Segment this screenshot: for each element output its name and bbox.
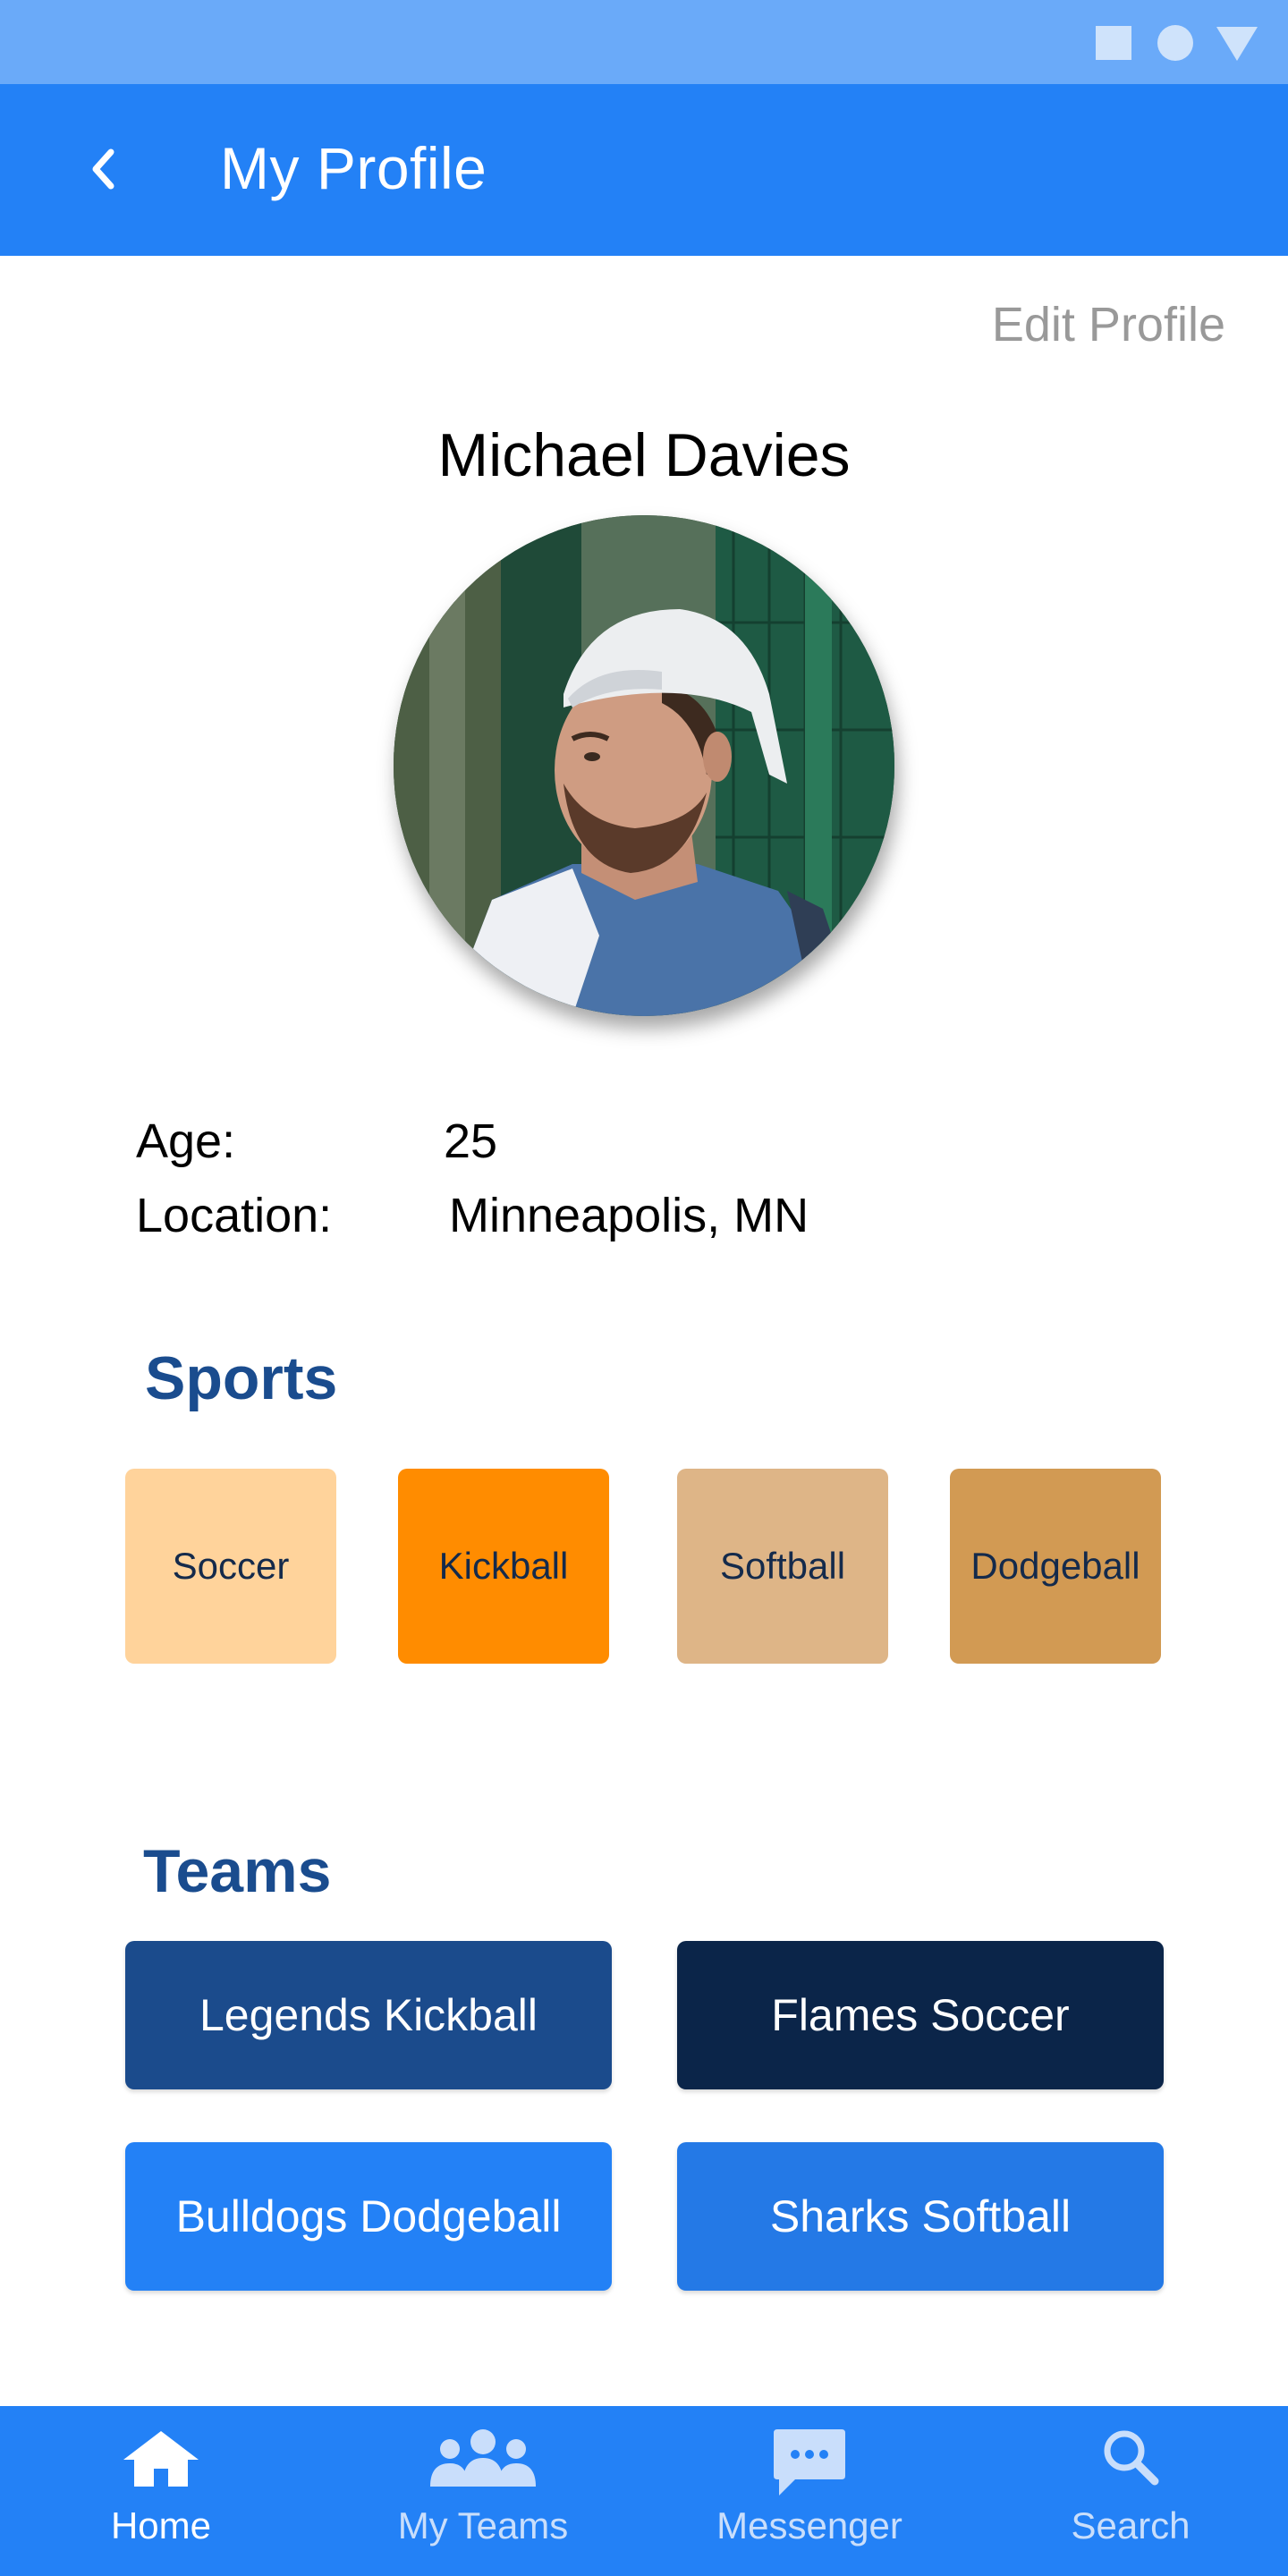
status-bar xyxy=(0,0,1288,84)
sport-tile-dodgeball[interactable]: Dodgeball xyxy=(950,1469,1161,1664)
app-bar: My Profile xyxy=(0,84,1288,256)
chat-icon xyxy=(774,2429,845,2496)
nav-label-home: Home xyxy=(110,2504,212,2546)
location-value: Minneapolis, MN xyxy=(449,1189,809,1242)
sport-tile-soccer[interactable]: Soccer xyxy=(125,1469,336,1664)
back-button[interactable] xyxy=(72,129,134,209)
sports-section-title: Sports xyxy=(145,1344,338,1412)
status-triangle-icon xyxy=(1216,27,1258,61)
group-icon xyxy=(430,2429,536,2487)
team-button-flames-soccer[interactable]: Flames Soccer xyxy=(677,1941,1164,2089)
nav-item-messenger[interactable]: Messenger xyxy=(716,2406,903,2576)
nav-item-home[interactable]: Home xyxy=(98,2406,224,2576)
user-name: Michael Davies xyxy=(437,421,851,489)
status-circle-icon xyxy=(1157,25,1193,61)
team-button-sharks-softball[interactable]: Sharks Softball xyxy=(677,2142,1164,2291)
age-value: 25 xyxy=(444,1114,498,1168)
sport-tile-kickball[interactable]: Kickball xyxy=(398,1469,609,1664)
nav-item-search[interactable]: Search xyxy=(1068,2406,1193,2576)
nav-label-messenger: Messenger xyxy=(716,2504,902,2546)
status-square-icon xyxy=(1096,26,1131,60)
team-button-legends-kickball[interactable]: Legends Kickball xyxy=(125,1941,612,2089)
age-label: Age: xyxy=(136,1114,236,1168)
nav-label-search: Search xyxy=(1071,2504,1191,2546)
edit-profile-link[interactable]: Edit Profile xyxy=(992,297,1225,352)
nav-label-my-teams: My Teams xyxy=(397,2504,569,2546)
sport-tile-softball[interactable]: Softball xyxy=(677,1469,888,1664)
nav-item-my-teams[interactable]: My Teams xyxy=(394,2406,572,2576)
team-button-bulldogs-dodgeball[interactable]: Bulldogs Dodgeball xyxy=(125,2142,612,2291)
home-icon xyxy=(123,2431,199,2487)
teams-section-title: Teams xyxy=(143,1837,332,1905)
location-label: Location: xyxy=(136,1189,333,1242)
avatar xyxy=(394,515,894,1016)
chevron-left-icon xyxy=(92,148,114,190)
page-title: My Profile xyxy=(220,135,487,201)
bottom-nav: Home My Teams Messenger Search xyxy=(0,2406,1288,2576)
search-icon xyxy=(1104,2430,1159,2486)
